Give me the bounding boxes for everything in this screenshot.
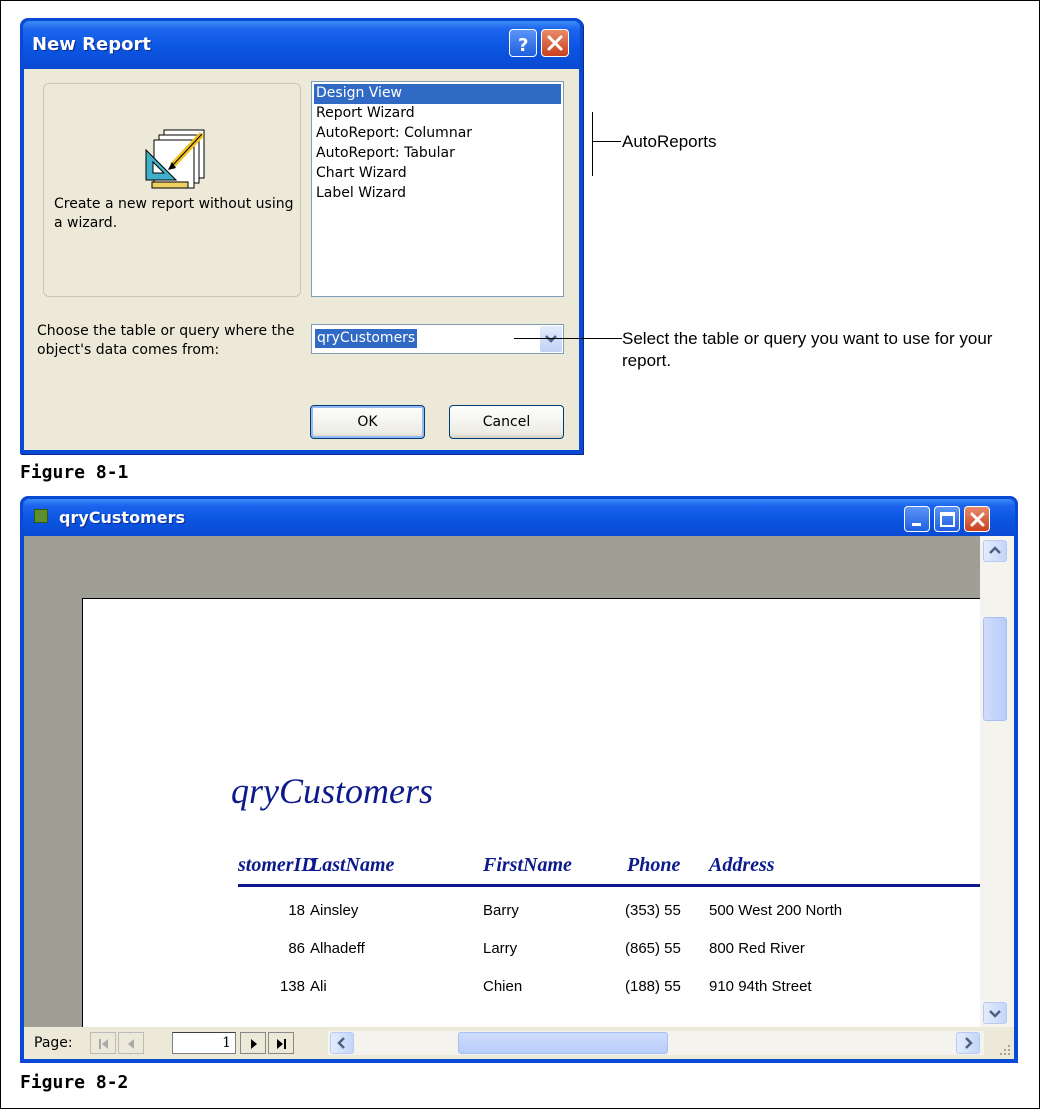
previous-page-button[interactable]: [118, 1032, 144, 1054]
maximize-icon: [940, 512, 955, 527]
chevron-down-icon: [545, 335, 557, 343]
cell-phone: (353) 55: [625, 902, 681, 919]
next-page-icon: [251, 1039, 257, 1049]
first-page-icon: [99, 1039, 108, 1049]
autoreports-bracket: [592, 112, 593, 176]
ok-button[interactable]: OK: [310, 405, 425, 439]
dropdown-button[interactable]: [540, 326, 562, 352]
previous-page-icon: [128, 1039, 134, 1049]
report-preview-window: qryCustomers qryCustomers stomerID LastN…: [20, 496, 1018, 1063]
chevron-down-icon: [989, 1010, 1001, 1018]
svg-text:?: ?: [518, 35, 528, 56]
report-icon: [34, 509, 48, 523]
minimize-button[interactable]: [904, 506, 930, 532]
list-item[interactable]: AutoReport: Tabular: [314, 144, 561, 164]
dialog-titlebar[interactable]: New Report ?: [23, 21, 580, 69]
design-view-icon: [142, 122, 222, 196]
minimize-icon: [912, 523, 921, 526]
report-page: qryCustomers stomerID LastName FirstName…: [82, 598, 980, 1027]
cell-first-name: Chien: [483, 978, 523, 995]
close-button[interactable]: [541, 29, 569, 57]
window-title: qryCustomers: [59, 508, 186, 527]
column-header: FirstName: [483, 854, 572, 876]
close-icon: [547, 35, 563, 51]
select-table-callout: Select the table or query you want to us…: [622, 329, 993, 370]
dialog-body: Create a new report without using a wiza…: [24, 69, 579, 450]
column-header: Address: [709, 854, 775, 876]
column-header: Phone: [627, 854, 681, 876]
next-page-button[interactable]: [240, 1032, 266, 1054]
cell-first-name: Barry: [483, 902, 519, 919]
cancel-button[interactable]: Cancel: [449, 405, 564, 439]
cell-address: 500 West 200 North: [709, 902, 843, 919]
source-value: qryCustomers: [315, 329, 418, 348]
report-title: qryCustomers: [231, 771, 434, 811]
help-button[interactable]: ?: [509, 29, 537, 57]
cell-last-name: Ainsley: [310, 902, 359, 919]
header-rule: [238, 884, 980, 887]
resize-grip-icon[interactable]: [998, 1043, 1012, 1057]
cell-last-name: Ali: [310, 978, 327, 995]
cell-address: 910 94th Street: [709, 978, 812, 995]
dialog-title: New Report: [32, 34, 151, 55]
list-item[interactable]: AutoReport: Columnar: [314, 124, 561, 144]
first-page-button[interactable]: [90, 1032, 116, 1054]
scroll-up-button[interactable]: [983, 540, 1007, 562]
figure-label: Figure 8-1: [20, 462, 129, 483]
last-page-button[interactable]: [268, 1032, 294, 1054]
scroll-down-button[interactable]: [983, 1002, 1007, 1024]
select-table-leader: [514, 338, 622, 339]
preview-panel: Create a new report without using a wiza…: [43, 83, 301, 297]
autoreports-callout: AutoReports: [622, 132, 717, 151]
source-combobox[interactable]: qryCustomers: [311, 324, 564, 354]
new-report-dialog: New Report ? Create a new report without…: [20, 18, 583, 454]
cell-customer-id: 138: [279, 978, 305, 995]
figure-label: Figure 8-2: [20, 1072, 129, 1093]
list-item[interactable]: Chart Wizard: [314, 164, 561, 184]
report-type-list[interactable]: Design View Report Wizard AutoReport: Co…: [311, 81, 564, 297]
cell-customer-id: 18: [288, 902, 305, 919]
maximize-button[interactable]: [934, 506, 960, 532]
page-number-input[interactable]: 1: [172, 1032, 236, 1054]
autoreports-leader: [592, 141, 621, 142]
window-titlebar[interactable]: qryCustomers: [23, 499, 1015, 536]
cell-customer-id: 86: [288, 940, 305, 957]
cell-last-name: Alhadeff: [310, 940, 365, 957]
column-header: stomerID: [238, 854, 316, 876]
cell-first-name: Larry: [483, 940, 518, 957]
close-icon: [970, 512, 985, 527]
window-body: qryCustomers stomerID LastName FirstName…: [24, 536, 1014, 1059]
last-page-icon: [277, 1039, 286, 1049]
vertical-scrollbar[interactable]: [980, 536, 1014, 1027]
horizontal-scrollbar[interactable]: [328, 1031, 984, 1055]
chevron-left-icon: [337, 1037, 345, 1049]
cell-address: 800 Red River: [709, 940, 805, 957]
source-label: Choose the table or query where the obje…: [37, 323, 295, 358]
cell-phone: (188) 55: [625, 978, 681, 995]
chevron-up-icon: [989, 546, 1001, 554]
horizontal-scroll-thumb[interactable]: [458, 1032, 668, 1054]
preview-description: Create a new report without using a wiza…: [54, 196, 294, 231]
help-icon: ?: [518, 35, 528, 56]
column-header: LastName: [310, 854, 395, 876]
chevron-right-icon: [965, 1037, 973, 1049]
list-item[interactable]: Report Wizard: [314, 104, 561, 124]
scroll-right-button[interactable]: [956, 1032, 980, 1054]
print-preview-area[interactable]: qryCustomers stomerID LastName FirstName…: [24, 536, 980, 1027]
list-item[interactable]: Label Wizard: [314, 184, 561, 204]
cell-phone: (865) 55: [625, 940, 681, 957]
navigation-bar: Page: 1: [24, 1027, 1014, 1059]
vertical-scroll-thumb[interactable]: [983, 617, 1007, 721]
close-button[interactable]: [964, 506, 990, 532]
list-item[interactable]: Design View: [314, 84, 561, 104]
page-label: Page:: [34, 1035, 73, 1051]
scroll-left-button[interactable]: [330, 1032, 354, 1054]
